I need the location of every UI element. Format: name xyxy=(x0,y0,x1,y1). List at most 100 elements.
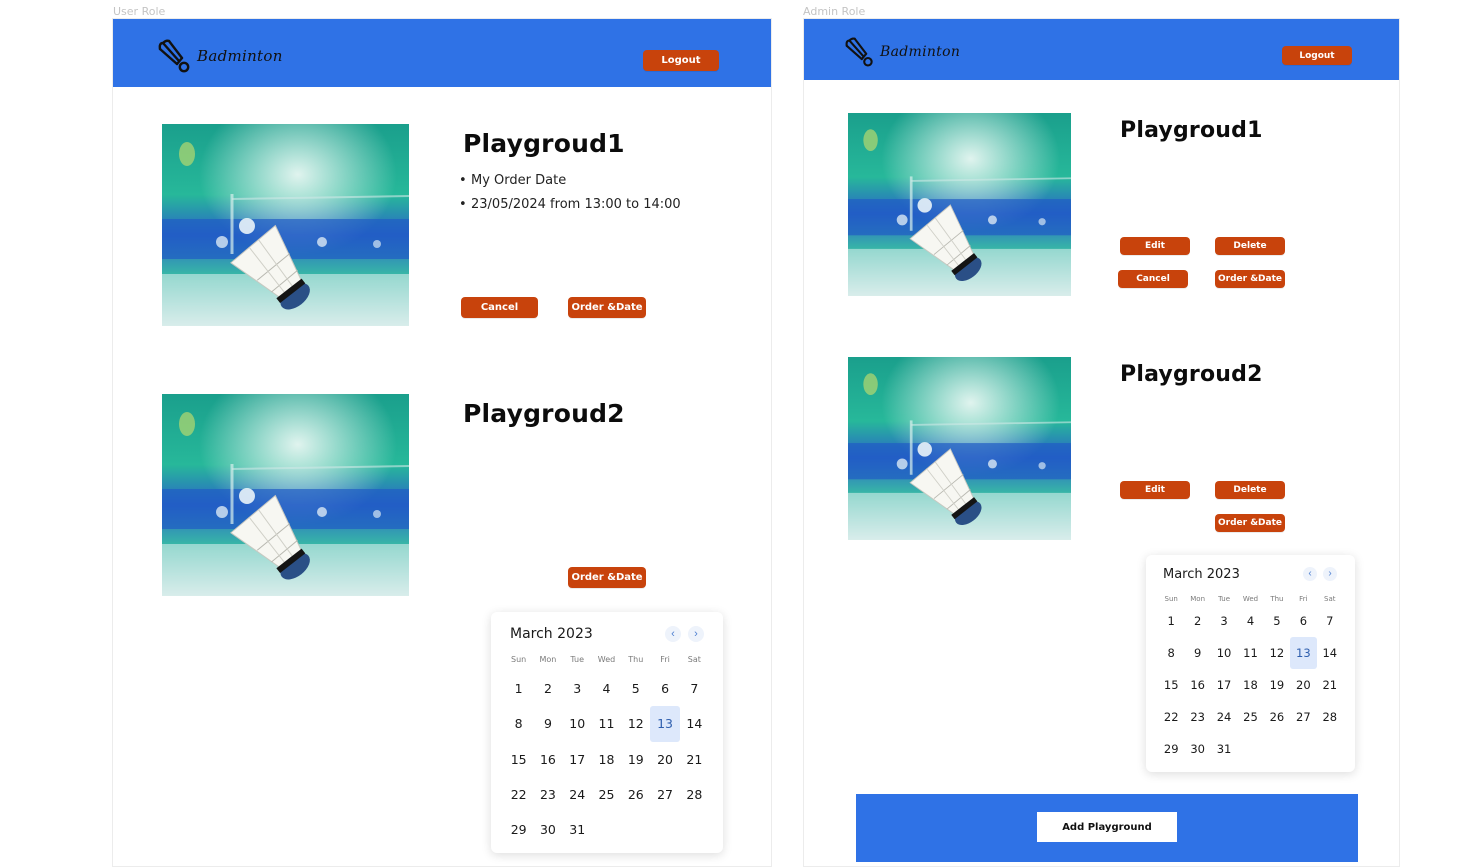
calendar-day[interactable]: 15 xyxy=(1158,669,1184,701)
calendar-day[interactable]: 8 xyxy=(1158,637,1184,669)
calendar-day[interactable]: 16 xyxy=(1184,669,1210,701)
calendar-day[interactable]: 27 xyxy=(1290,701,1316,733)
calendar-day[interactable]: 1 xyxy=(1158,605,1184,637)
calendar-day-selected[interactable]: 13 xyxy=(650,706,680,742)
chevron-right-icon[interactable]: › xyxy=(688,626,704,642)
calendar-day[interactable]: 5 xyxy=(621,671,650,706)
brand-name: Badminton xyxy=(880,44,961,60)
brand-logo[interactable]: Badminton xyxy=(844,37,960,67)
calendar-day[interactable]: 15 xyxy=(504,742,533,777)
calendar-day[interactable]: 9 xyxy=(533,706,562,741)
calendar-day-selected[interactable]: 13 xyxy=(1290,637,1317,669)
calendar-day[interactable]: 29 xyxy=(1158,733,1184,765)
calendar-day[interactable]: 18 xyxy=(592,742,621,777)
calendar-day[interactable]: 30 xyxy=(533,812,562,847)
calendar-day[interactable]: 10 xyxy=(1211,637,1237,669)
calendar-day[interactable]: 5 xyxy=(1264,605,1290,637)
calendar-day[interactable]: 26 xyxy=(1264,701,1290,733)
calendar-day[interactable]: 25 xyxy=(1237,701,1263,733)
chevron-right-icon[interactable]: › xyxy=(1323,567,1337,581)
calendar-day[interactable]: 14 xyxy=(680,706,709,741)
calendar-weekday-row: Sun Mon Tue Wed Thu Fri Sat xyxy=(504,655,709,664)
calendar-day[interactable]: 28 xyxy=(1317,701,1343,733)
calendar-day[interactable]: 20 xyxy=(1290,669,1316,701)
order-date-button[interactable]: Order &Date xyxy=(568,567,646,588)
weekday-label: Thu xyxy=(1270,595,1284,603)
calendar-day[interactable]: 29 xyxy=(504,812,533,847)
add-playground-button[interactable]: Add Playground xyxy=(1037,812,1177,842)
calendar-day[interactable]: 22 xyxy=(504,777,533,812)
weekday-label: Sat xyxy=(1324,595,1336,603)
calendar-day[interactable]: 23 xyxy=(533,777,562,812)
calendar-day[interactable]: 3 xyxy=(563,671,592,706)
calendar-day[interactable]: 31 xyxy=(1211,733,1237,765)
calendar-weekday-row: Sun Mon Tue Wed Thu Fri Sat xyxy=(1158,595,1343,603)
app-header: Badminton Logout xyxy=(113,19,771,87)
calendar-day[interactable]: 7 xyxy=(680,671,709,706)
order-date-button[interactable]: Order &Date xyxy=(568,297,646,318)
chevron-left-icon[interactable]: ‹ xyxy=(1303,567,1317,581)
playground-photo xyxy=(162,394,409,596)
calendar-days-grid: 1 2 3 4 5 6 7 8 9 10 11 12 13 14 15 16 17 18 19 20 21 22 23 24 2… xyxy=(1158,605,1343,765)
order-date-button[interactable]: Order &Date xyxy=(1215,270,1285,288)
calendar-day[interactable]: 1 xyxy=(504,671,533,706)
calendar-day[interactable]: 19 xyxy=(621,742,650,777)
calendar-day[interactable]: 12 xyxy=(621,706,650,741)
delete-button[interactable]: Delete xyxy=(1215,237,1285,255)
calendar-day[interactable]: 17 xyxy=(563,742,592,777)
calendar-day[interactable]: 12 xyxy=(1264,637,1290,669)
calendar-day[interactable]: 30 xyxy=(1184,733,1210,765)
calendar-day[interactable]: 22 xyxy=(1158,701,1184,733)
calendar-day[interactable]: 6 xyxy=(650,671,679,706)
chevron-left-icon[interactable]: ‹ xyxy=(665,626,681,642)
user-role-label: User Role xyxy=(113,5,166,18)
weekday-label: Fri xyxy=(660,655,670,664)
cancel-button[interactable]: Cancel xyxy=(1118,270,1188,288)
weekday-label: Mon xyxy=(539,655,557,664)
order-date-button[interactable]: Order &Date xyxy=(1215,514,1285,532)
cancel-button[interactable]: Cancel xyxy=(461,297,538,318)
edit-button[interactable]: Edit xyxy=(1120,237,1190,255)
calendar-day[interactable]: 19 xyxy=(1264,669,1290,701)
calendar-day[interactable]: 6 xyxy=(1290,605,1316,637)
order-detail-item: My Order Date xyxy=(459,171,681,195)
calendar-day[interactable]: 11 xyxy=(1237,637,1263,669)
calendar-day[interactable]: 24 xyxy=(563,777,592,812)
logout-button[interactable]: Logout xyxy=(643,50,719,71)
calendar-day[interactable]: 3 xyxy=(1211,605,1237,637)
calendar-day[interactable]: 16 xyxy=(533,742,562,777)
calendar-day[interactable]: 14 xyxy=(1317,637,1343,669)
calendar-day[interactable]: 11 xyxy=(592,706,621,741)
calendar-day[interactable]: 23 xyxy=(1184,701,1210,733)
calendar-day[interactable]: 2 xyxy=(1184,605,1210,637)
calendar-day[interactable]: 20 xyxy=(650,742,679,777)
calendar-day[interactable]: 2 xyxy=(533,671,562,706)
calendar-day[interactable]: 28 xyxy=(680,777,709,812)
calendar-day[interactable]: 4 xyxy=(592,671,621,706)
calendar-day[interactable]: 21 xyxy=(680,742,709,777)
weekday-label: Tue xyxy=(570,655,585,664)
calendar-day[interactable]: 31 xyxy=(563,812,592,847)
shuttlecock-icon xyxy=(157,39,193,73)
calendar-day[interactable]: 25 xyxy=(592,777,621,812)
calendar-day[interactable]: 4 xyxy=(1237,605,1263,637)
calendar-day[interactable]: 21 xyxy=(1317,669,1343,701)
weekday-label: Sat xyxy=(687,655,701,664)
edit-button[interactable]: Edit xyxy=(1120,481,1190,499)
logout-button[interactable]: Logout xyxy=(1282,46,1352,65)
brand-logo[interactable]: Badminton xyxy=(157,39,283,73)
calendar-day[interactable]: 7 xyxy=(1317,605,1343,637)
weekday-label: Sun xyxy=(511,655,527,664)
calendar-day[interactable]: 17 xyxy=(1211,669,1237,701)
calendar-day[interactable]: 8 xyxy=(504,706,533,741)
delete-button[interactable]: Delete xyxy=(1215,481,1285,499)
calendar-day[interactable]: 24 xyxy=(1211,701,1237,733)
calendar-day[interactable]: 10 xyxy=(563,706,592,741)
calendar-day[interactable]: 18 xyxy=(1237,669,1263,701)
weekday-label: Wed xyxy=(597,655,616,664)
playground-photo xyxy=(162,124,409,326)
calendar-day[interactable]: 27 xyxy=(650,777,679,812)
calendar-day[interactable]: 9 xyxy=(1184,637,1210,669)
weekday-label: Fri xyxy=(1299,595,1308,603)
calendar-day[interactable]: 26 xyxy=(621,777,650,812)
